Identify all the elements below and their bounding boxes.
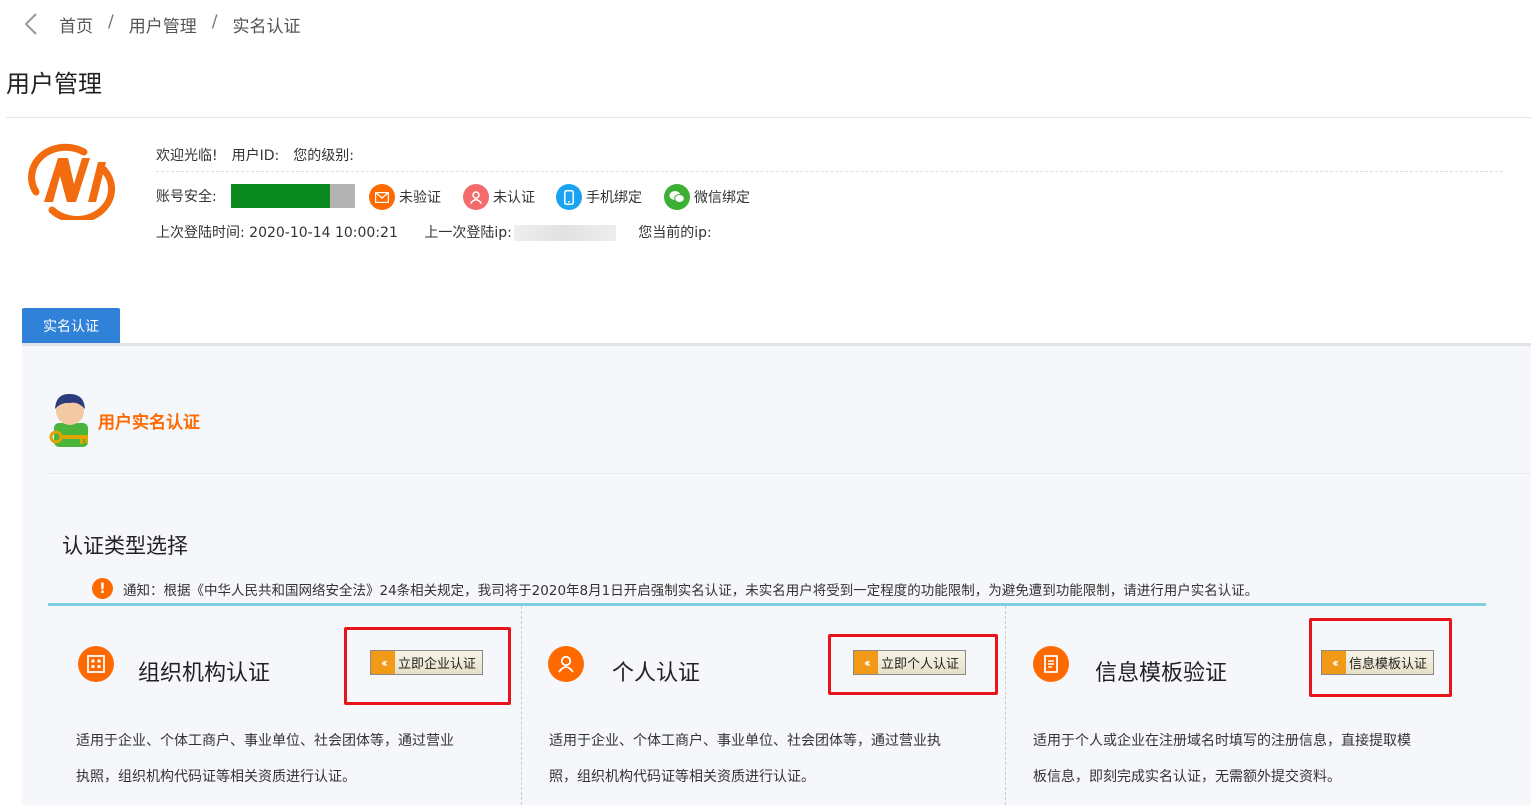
notice-text: 通知：根据《中华人民共和国网络安全法》24条相关规定，我司将于2020年8月1日… [123, 582, 1259, 599]
personal-cert-desc-line: 适用于企业、个体工商户、事业单位、社会团体等，通过营业执 [549, 733, 941, 749]
personal-cert-desc-line: 照，组织机构代码证等相关资质进行认证。 [549, 769, 815, 785]
double-chevron-icon: ‹‹ [371, 651, 395, 674]
user-key-avatar-icon [49, 393, 88, 447]
tab-real-name[interactable]: 实名认证 [22, 308, 120, 343]
enterprise-cert-button[interactable]: ‹‹ 立即企业认证 [370, 650, 484, 675]
template-cert-title: 信息模板验证 [1095, 661, 1228, 686]
mail-icon [369, 184, 395, 210]
breadcrumb-current: 实名认证 [232, 17, 301, 37]
document-icon [1033, 646, 1069, 682]
building-icon [78, 646, 114, 682]
email-verify-badge[interactable]: 未验证 [369, 183, 441, 211]
template-cert-button[interactable]: ‹‹ 信息模板认证 [1321, 650, 1435, 675]
card-divider [521, 606, 522, 805]
personal-cert-title: 个人认证 [612, 661, 701, 686]
level-label: 您的级别: [293, 148, 354, 164]
current-ip-label: 您当前的ip: [638, 225, 712, 241]
warning-icon: ! [92, 578, 113, 599]
welcome-text: 欢迎光临! [156, 148, 218, 164]
cert-type-heading: 认证类型选择 [62, 534, 188, 558]
breadcrumb-user-management[interactable]: 用户管理 [129, 12, 197, 37]
identity-verify-badge[interactable]: 未认证 [463, 183, 535, 211]
email-verify-label: 未验证 [399, 190, 441, 206]
double-chevron-icon: ‹‹ [854, 651, 878, 674]
last-ip-redacted [513, 225, 616, 241]
security-progress-fill [231, 184, 330, 208]
phone-bind-badge[interactable]: 手机绑定 [556, 183, 642, 211]
breadcrumb-separator: / [108, 12, 114, 32]
identity-verify-label: 未认证 [493, 190, 535, 206]
breadcrumb-separator: / [211, 12, 218, 32]
brand-logo [28, 143, 115, 220]
last-login-time: 2020-10-14 10:00:21 [249, 225, 398, 241]
user-icon [463, 184, 489, 210]
personal-cert-button[interactable]: ‹‹ 立即个人认证 [853, 650, 967, 675]
section-title: 用户实名认证 [98, 413, 200, 433]
org-cert-desc-line: 适用于企业、个体工商户、事业单位、社会团体等，通过营业 [76, 733, 454, 749]
security-label: 账号安全: [156, 189, 217, 205]
personal-cert-description: 适用于企业、个体工商户、事业单位、社会团体等，通过营业执 照，组织机构代码证等相… [549, 723, 941, 795]
breadcrumb-home[interactable]: 首页 [59, 12, 93, 37]
card-divider [1005, 606, 1006, 805]
user-id-label: 用户ID: [231, 148, 280, 164]
dashed-divider [156, 171, 1503, 172]
welcome-line: 欢迎光临! 用户ID: 您的级别: [156, 145, 368, 165]
enterprise-cert-button-label: 立即企业认证 [398, 657, 477, 672]
last-ip-label: 上一次登陆ip: [424, 225, 512, 241]
phone-icon [556, 184, 582, 210]
template-cert-desc-line: 适用于个人或企业在注册域名时填写的注册信息，直接提取模 [1033, 733, 1411, 749]
divider [48, 473, 1531, 474]
page-title: 用户管理 [6, 70, 102, 98]
template-cert-description: 适用于个人或企业在注册域名时填写的注册信息，直接提取模 板信息，即刻完成实名认证… [1033, 723, 1411, 795]
notice-underline [48, 603, 1486, 606]
person-icon [548, 646, 584, 682]
org-cert-title: 组织机构认证 [138, 661, 271, 686]
wechat-bind-badge[interactable]: 微信绑定 [664, 183, 750, 211]
last-login-label: 上次登陆时间: [156, 225, 245, 241]
template-cert-desc-line: 板信息，即刻完成实名认证，无需额外提交资料。 [1033, 769, 1341, 785]
notice-bar: ! 通知：根据《中华人民共和国网络安全法》24条相关规定，我司将于2020年8月… [92, 578, 1258, 599]
wechat-icon [664, 184, 690, 210]
divider [6, 117, 1531, 118]
org-cert-desc-line: 执照，组织机构代码证等相关资质进行认证。 [76, 769, 356, 785]
login-info-line: 上次登陆时间: 2020-10-14 10:00:21 上一次登陆ip: 您当前… [156, 222, 712, 242]
personal-cert-button-label: 立即个人认证 [881, 657, 960, 672]
double-chevron-icon: ‹‹ [1322, 651, 1346, 674]
breadcrumb: 首页 / 用户管理 / 实名认证 [59, 12, 300, 37]
template-cert-button-label: 信息模板认证 [1349, 657, 1428, 672]
wechat-bind-label: 微信绑定 [694, 190, 750, 206]
org-cert-description: 适用于企业、个体工商户、事业单位、社会团体等，通过营业 执照，组织机构代码证等相… [76, 723, 454, 795]
phone-bind-label: 手机绑定 [586, 190, 642, 206]
back-chevron-icon[interactable] [20, 12, 44, 36]
